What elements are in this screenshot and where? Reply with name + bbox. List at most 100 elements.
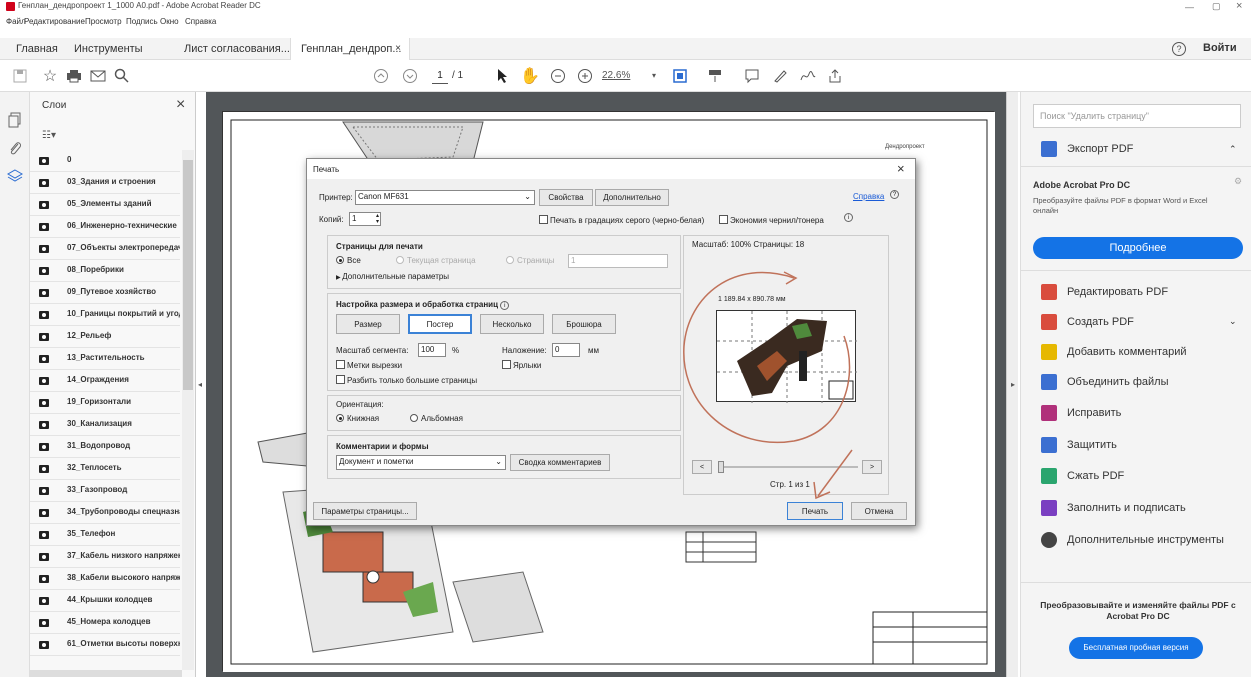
layer-visibility-icon[interactable] [39,179,49,187]
save-ink-checkbox[interactable]: Экономия чернил/тонера [719,215,824,225]
landscape-radio[interactable]: Альбомная [410,414,463,423]
layer-row[interactable]: 19_Горизонтали [30,392,180,414]
layer-row[interactable]: 30_Канализация [30,414,180,436]
select-tool-icon[interactable] [493,66,513,86]
tab-approval-sheet[interactable]: Лист согласования... [184,38,290,60]
maximize-icon[interactable]: ▢ [1212,1,1221,12]
overlap-input[interactable]: 0 [552,343,580,357]
layer-visibility-icon[interactable] [39,421,49,429]
cancel-button[interactable]: Отмена [851,502,907,520]
pages-range-radio[interactable]: Страницы [506,256,555,265]
layer-row[interactable]: 0 [30,150,180,172]
attachment-icon[interactable] [8,140,22,156]
zoom-in-icon[interactable] [575,66,595,86]
layer-visibility-icon[interactable] [39,333,49,341]
layer-visibility-icon[interactable] [39,355,49,363]
dialog-close-icon[interactable]: × [897,161,905,176]
layers-close-icon[interactable]: × [176,96,185,114]
layer-visibility-icon[interactable] [39,531,49,539]
layer-visibility-icon[interactable] [39,509,49,517]
page-down-icon[interactable] [400,66,420,86]
comments-select[interactable]: Документ и пометки ⌄ [336,455,506,470]
menu-file[interactable]: Файл [6,17,26,26]
layer-row[interactable]: 08_Поребрики [30,260,180,282]
layer-row[interactable]: 33_Газопровод [30,480,180,502]
menu-window[interactable]: Окно [160,17,179,26]
help-link[interactable]: Справка [853,192,884,201]
layer-row[interactable]: 38_Кабели высокого напряжения [30,568,180,590]
share-icon[interactable] [825,66,845,86]
menu-sign[interactable]: Подпись [126,17,158,26]
export-pdf-tool[interactable]: Экспорт PDF [1041,138,1133,160]
expand-right-panel-icon[interactable]: ▸ [1011,380,1015,389]
pages-all-radio[interactable]: Все [336,256,361,265]
menu-edit[interactable]: Редактирование [24,17,85,26]
scroll-mode-icon[interactable] [705,66,725,86]
pages-range-input[interactable]: 1 [568,254,668,268]
bookmark-star-icon[interactable]: ☆ [40,66,60,86]
info-icon[interactable]: ? [890,190,899,199]
multiple-mode-button[interactable]: Несколько [480,314,544,334]
layers-hscrollbar[interactable] [30,670,182,677]
minimize-icon[interactable]: — [1185,2,1194,12]
hand-tool-icon[interactable]: ✋ [520,66,540,86]
info-icon[interactable]: i [844,213,853,222]
layer-visibility-icon[interactable] [39,399,49,407]
cut-marks-checkbox[interactable]: Метки вырезки [336,360,402,370]
layer-row[interactable]: 07_Объекты электропередач [30,238,180,260]
fix-tool[interactable]: Исправить [1041,402,1121,424]
chevron-down-icon[interactable]: ⌄ [1229,316,1237,327]
layer-row[interactable]: 37_Кабель низкого напряжения [30,546,180,568]
free-trial-button[interactable]: Бесплатная пробная версия [1069,637,1203,659]
layer-row[interactable]: 45_Номера колодцев [30,612,180,634]
layer-visibility-icon[interactable] [39,267,49,275]
copies-input[interactable]: 1 ▴ ▾ [349,212,381,226]
layer-row[interactable]: 14_Ограждения [30,370,180,392]
layer-row[interactable]: 35_Телефон [30,524,180,546]
layer-row[interactable]: 13_Растительность [30,348,180,370]
layer-visibility-icon[interactable] [39,465,49,473]
preview-prev-button[interactable]: < [692,460,712,474]
layer-row[interactable]: 34_Трубопроводы спецназначения [30,502,180,524]
stepper-icon[interactable]: ▴ ▾ [376,213,379,225]
layer-visibility-icon[interactable] [39,575,49,583]
tile-large-only-checkbox[interactable]: Разбить только большие страницы [336,375,477,385]
menu-view[interactable]: Просмотр [85,17,122,26]
layer-visibility-icon[interactable] [39,553,49,561]
layer-visibility-icon[interactable] [39,223,49,231]
tab-document[interactable]: Генплан_дендроп... × [290,38,410,60]
layers-options-icon[interactable]: ☷▾ [42,130,56,141]
layer-visibility-icon[interactable] [39,311,49,319]
create-pdf-tool[interactable]: Создать PDF [1041,311,1134,333]
highlight-pen-icon[interactable] [770,66,790,86]
portrait-radio[interactable]: Книжная [336,414,379,423]
pages-current-radio[interactable]: Текущая страница [396,256,476,265]
layer-visibility-icon[interactable] [39,597,49,605]
layers-scrollbar-thumb[interactable] [183,160,193,390]
grayscale-checkbox[interactable]: Печать в градациях серого (черно-белая) [539,215,704,225]
size-mode-button[interactable]: Размер [336,314,400,334]
tab-tools[interactable]: Инструменты [74,38,143,60]
more-options-toggle[interactable]: ▶ Дополнительные параметры [336,272,449,281]
layer-visibility-icon[interactable] [39,641,49,649]
zoom-dropdown[interactable]: 22.6% ▾ [602,68,660,84]
layer-row[interactable]: 61_Отметки высоты поверхности [30,634,180,656]
zoom-out-icon[interactable] [548,66,568,86]
sign-icon[interactable] [798,66,818,86]
tab-close-icon[interactable]: × [395,38,401,60]
page-number-input[interactable]: 1 [432,68,448,84]
comment-icon[interactable] [742,66,762,86]
layer-row[interactable]: 44_Крышки колодцев [30,590,180,612]
layer-row[interactable]: 31_Водопровод [30,436,180,458]
compress-pdf-tool[interactable]: Сжать PDF [1041,465,1124,487]
layer-visibility-icon[interactable] [39,289,49,297]
tools-search-input[interactable]: Поиск "Удалить страницу" [1033,104,1241,128]
sign-in-link[interactable]: Войти [1203,42,1237,54]
layer-row[interactable]: 10_Границы покрытий и угодий [30,304,180,326]
page-up-icon[interactable] [371,66,391,86]
fit-page-icon[interactable] [670,66,690,86]
search-icon[interactable] [112,66,132,86]
layer-row[interactable]: 12_Рельеф [30,326,180,348]
save-icon[interactable] [10,66,30,86]
summarize-comments-button[interactable]: Сводка комментариев [510,454,610,471]
